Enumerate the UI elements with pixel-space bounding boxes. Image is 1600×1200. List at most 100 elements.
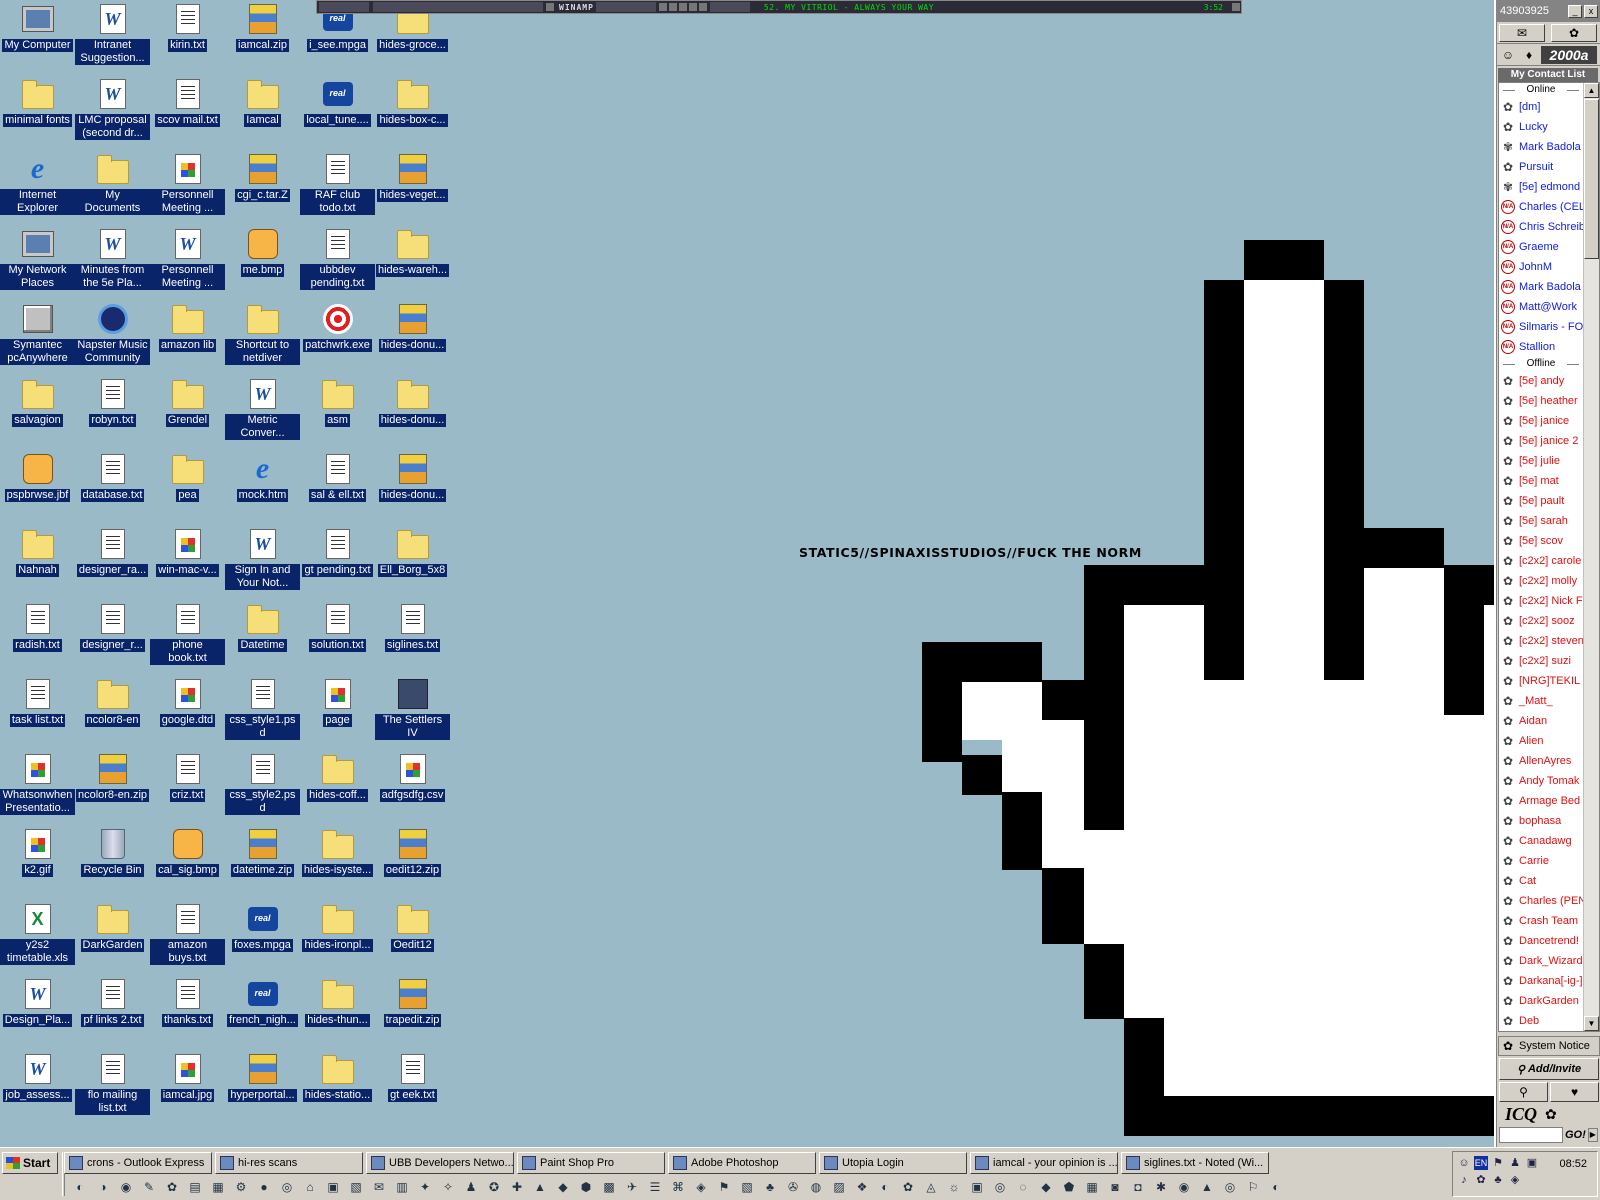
quick-launch-icon[interactable]: ●	[254, 1177, 274, 1197]
contact-item[interactable]: ✾ [5e] edmond	[1499, 177, 1583, 197]
contact-item[interactable]: N/A JohnM	[1499, 257, 1583, 277]
quick-launch-icon[interactable]: ✱	[1151, 1177, 1171, 1197]
contact-item[interactable]: ✿ [c2x2] carole	[1499, 551, 1583, 571]
quick-launch-icon[interactable]: ▲	[1197, 1177, 1217, 1197]
contact-item[interactable]: N/A Stallion	[1499, 337, 1583, 357]
contact-item[interactable]: ✿ [5e] heather	[1499, 391, 1583, 411]
quick-launch-icon[interactable]: ◬	[921, 1177, 941, 1197]
contact-item[interactable]: ✿ Armage Bed	[1499, 791, 1583, 811]
close-icon[interactable]: x	[1584, 4, 1598, 18]
quick-launch-icon[interactable]: ▧	[737, 1177, 757, 1197]
quick-launch-icon[interactable]: ⚐	[1243, 1177, 1263, 1197]
tray-monitor-icon[interactable]: ▣	[1525, 1156, 1539, 1170]
contact-list-scrollbar[interactable]: ▲ ▼	[1583, 83, 1599, 1031]
quick-launch-icon[interactable]: ◘	[1128, 1177, 1148, 1197]
quick-launch-icon[interactable]: ◆	[1036, 1177, 1056, 1197]
contact-item[interactable]: ✿ [5e] mat	[1499, 471, 1583, 491]
taskbar-button[interactable]: siglines.txt - Noted (Wi...	[1121, 1152, 1269, 1174]
contact-item[interactable]: ✿ Canadawg	[1499, 831, 1583, 851]
contact-item[interactable]: ✿ [c2x2] steven	[1499, 631, 1583, 651]
contact-item[interactable]: ✿ [NRG]TEKIL	[1499, 671, 1583, 691]
contact-group-header[interactable]: Offline	[1499, 357, 1583, 371]
contact-item[interactable]: ✿ DarkGarden	[1499, 991, 1583, 1011]
quick-launch-icon[interactable]: ◐	[1266, 1177, 1286, 1197]
quick-launch-icon[interactable]: ♟	[461, 1177, 481, 1197]
quick-launch-icon[interactable]: ⚙	[231, 1177, 251, 1197]
quick-launch-icon[interactable]: ✿	[898, 1177, 918, 1197]
tray-network-icon[interactable]: ⚑	[1491, 1156, 1505, 1170]
contact-item[interactable]: ✿ Cat	[1499, 871, 1583, 891]
quick-launch-icon[interactable]: ▦	[1082, 1177, 1102, 1197]
quick-launch-icon[interactable]: ▣	[967, 1177, 987, 1197]
add-invite-button[interactable]: ⚲ Add/Invite	[1499, 1058, 1599, 1080]
tray-lang[interactable]: EN	[1474, 1156, 1488, 1170]
users-icon[interactable]: ☺	[1499, 46, 1517, 64]
bulb-icon[interactable]: ♦	[1520, 46, 1538, 64]
start-button[interactable]: Start	[2, 1152, 58, 1174]
quick-launch-icon[interactable]: ▤	[185, 1177, 205, 1197]
icq-title-bar[interactable]: 43903925 _ x	[1496, 0, 1600, 22]
contact-item[interactable]: ✿ [dm]	[1499, 97, 1583, 117]
contact-item[interactable]: ✿ [c2x2] Nick F	[1499, 591, 1583, 611]
scroll-thumb[interactable]	[1584, 99, 1599, 259]
contact-item[interactable]: ✿ Carrie	[1499, 851, 1583, 871]
minimize-icon[interactable]: _	[1568, 4, 1582, 18]
quick-launch-icon[interactable]: ✈	[622, 1177, 642, 1197]
quick-launch-icon[interactable]: ❖	[852, 1177, 872, 1197]
quick-launch-icon[interactable]: ◌	[1013, 1177, 1033, 1197]
contact-item[interactable]: N/A Graeme	[1499, 237, 1583, 257]
contact-item[interactable]: ✿ bophasa	[1499, 811, 1583, 831]
contact-item[interactable]: N/A Charles (CEL	[1499, 197, 1583, 217]
contact-item[interactable]: ✿ AllenAyres	[1499, 751, 1583, 771]
quick-launch-icon[interactable]: ◈	[691, 1177, 711, 1197]
quick-launch-icon[interactable]: ♣	[760, 1177, 780, 1197]
quick-launch-icon[interactable]: ▲	[530, 1177, 550, 1197]
contact-item[interactable]: N/A Silmaris - FOI	[1499, 317, 1583, 337]
contact-item[interactable]: N/A Chris Schreib	[1499, 217, 1583, 237]
quick-launch-icon[interactable]: ✦	[415, 1177, 435, 1197]
taskbar-button[interactable]: Adobe Photoshop	[668, 1152, 816, 1174]
contact-item[interactable]: ✾ Mark Badola	[1499, 137, 1583, 157]
icq-search-input[interactable]	[1499, 1127, 1563, 1143]
tray-messenger-icon[interactable]: ♟	[1508, 1156, 1522, 1170]
quick-launch-icon[interactable]: ⬢	[576, 1177, 596, 1197]
tray-icq-icon[interactable]: ✿	[1474, 1173, 1488, 1187]
flower-icon[interactable]: ✿	[1545, 1106, 1557, 1123]
contact-item[interactable]: ✿ Darkana[-ig-]	[1499, 971, 1583, 991]
quick-launch-icon[interactable]: ◎	[990, 1177, 1010, 1197]
contact-item[interactable]: ✿ Aidan	[1499, 711, 1583, 731]
tray-shield-icon[interactable]: ◈	[1508, 1173, 1522, 1187]
quick-launch-icon[interactable]: ◉	[1174, 1177, 1194, 1197]
search-icon[interactable]: ⚲	[1499, 1082, 1548, 1102]
system-notice[interactable]: ✿ System Notice	[1498, 1036, 1600, 1056]
contact-list[interactable]: Online ✿ [dm] ✿ Lucky ✾ Mark Badola ✿ Pursuit ✾ [5…	[1498, 82, 1600, 1032]
contact-item[interactable]: ✿ [c2x2] suzi	[1499, 651, 1583, 671]
quick-launch-icon[interactable]: ▨	[829, 1177, 849, 1197]
quick-launch-icon[interactable]: ◑	[93, 1177, 113, 1197]
quick-launch-icon[interactable]: ✧	[438, 1177, 458, 1197]
contact-group-header[interactable]: Online	[1499, 83, 1583, 97]
contact-item[interactable]: ✿ Dancetrend!	[1499, 931, 1583, 951]
quick-launch-icon[interactable]: ▦	[208, 1177, 228, 1197]
quick-launch-icon[interactable]: ▩	[599, 1177, 619, 1197]
quick-launch-icon[interactable]: ▥	[392, 1177, 412, 1197]
contact-item[interactable]: ✿ _Matt_	[1499, 691, 1583, 711]
contact-item[interactable]: ✿ [5e] julie	[1499, 451, 1583, 471]
quick-launch-icon[interactable]: ▣	[323, 1177, 343, 1197]
contact-item[interactable]: ✿ [5e] pault	[1499, 491, 1583, 511]
quick-launch-icon[interactable]: ▧	[346, 1177, 366, 1197]
icq-flower-icon[interactable]: ✿	[1551, 23, 1597, 42]
contact-item[interactable]: ✿ [5e] janice 2	[1499, 431, 1583, 451]
quick-launch-icon[interactable]: ◎	[277, 1177, 297, 1197]
heart-icon[interactable]: ♥	[1550, 1082, 1599, 1102]
taskbar-button[interactable]: Paint Shop Pro	[517, 1152, 665, 1174]
contact-item[interactable]: ✿ Deb	[1499, 1011, 1583, 1031]
quick-launch-icon[interactable]: ✪	[484, 1177, 504, 1197]
contact-item[interactable]: ✿ [5e] janice	[1499, 411, 1583, 431]
quick-launch-icon[interactable]: ✿	[162, 1177, 182, 1197]
scroll-down-icon[interactable]: ▼	[1584, 1016, 1599, 1031]
quick-launch-icon[interactable]: ⬟	[1059, 1177, 1079, 1197]
quick-launch-icon[interactable]: ⌘	[668, 1177, 688, 1197]
contact-item[interactable]: ✿ Charles (PEN	[1499, 891, 1583, 911]
taskbar-button[interactable]: iamcal - your opinion is ...	[970, 1152, 1118, 1174]
